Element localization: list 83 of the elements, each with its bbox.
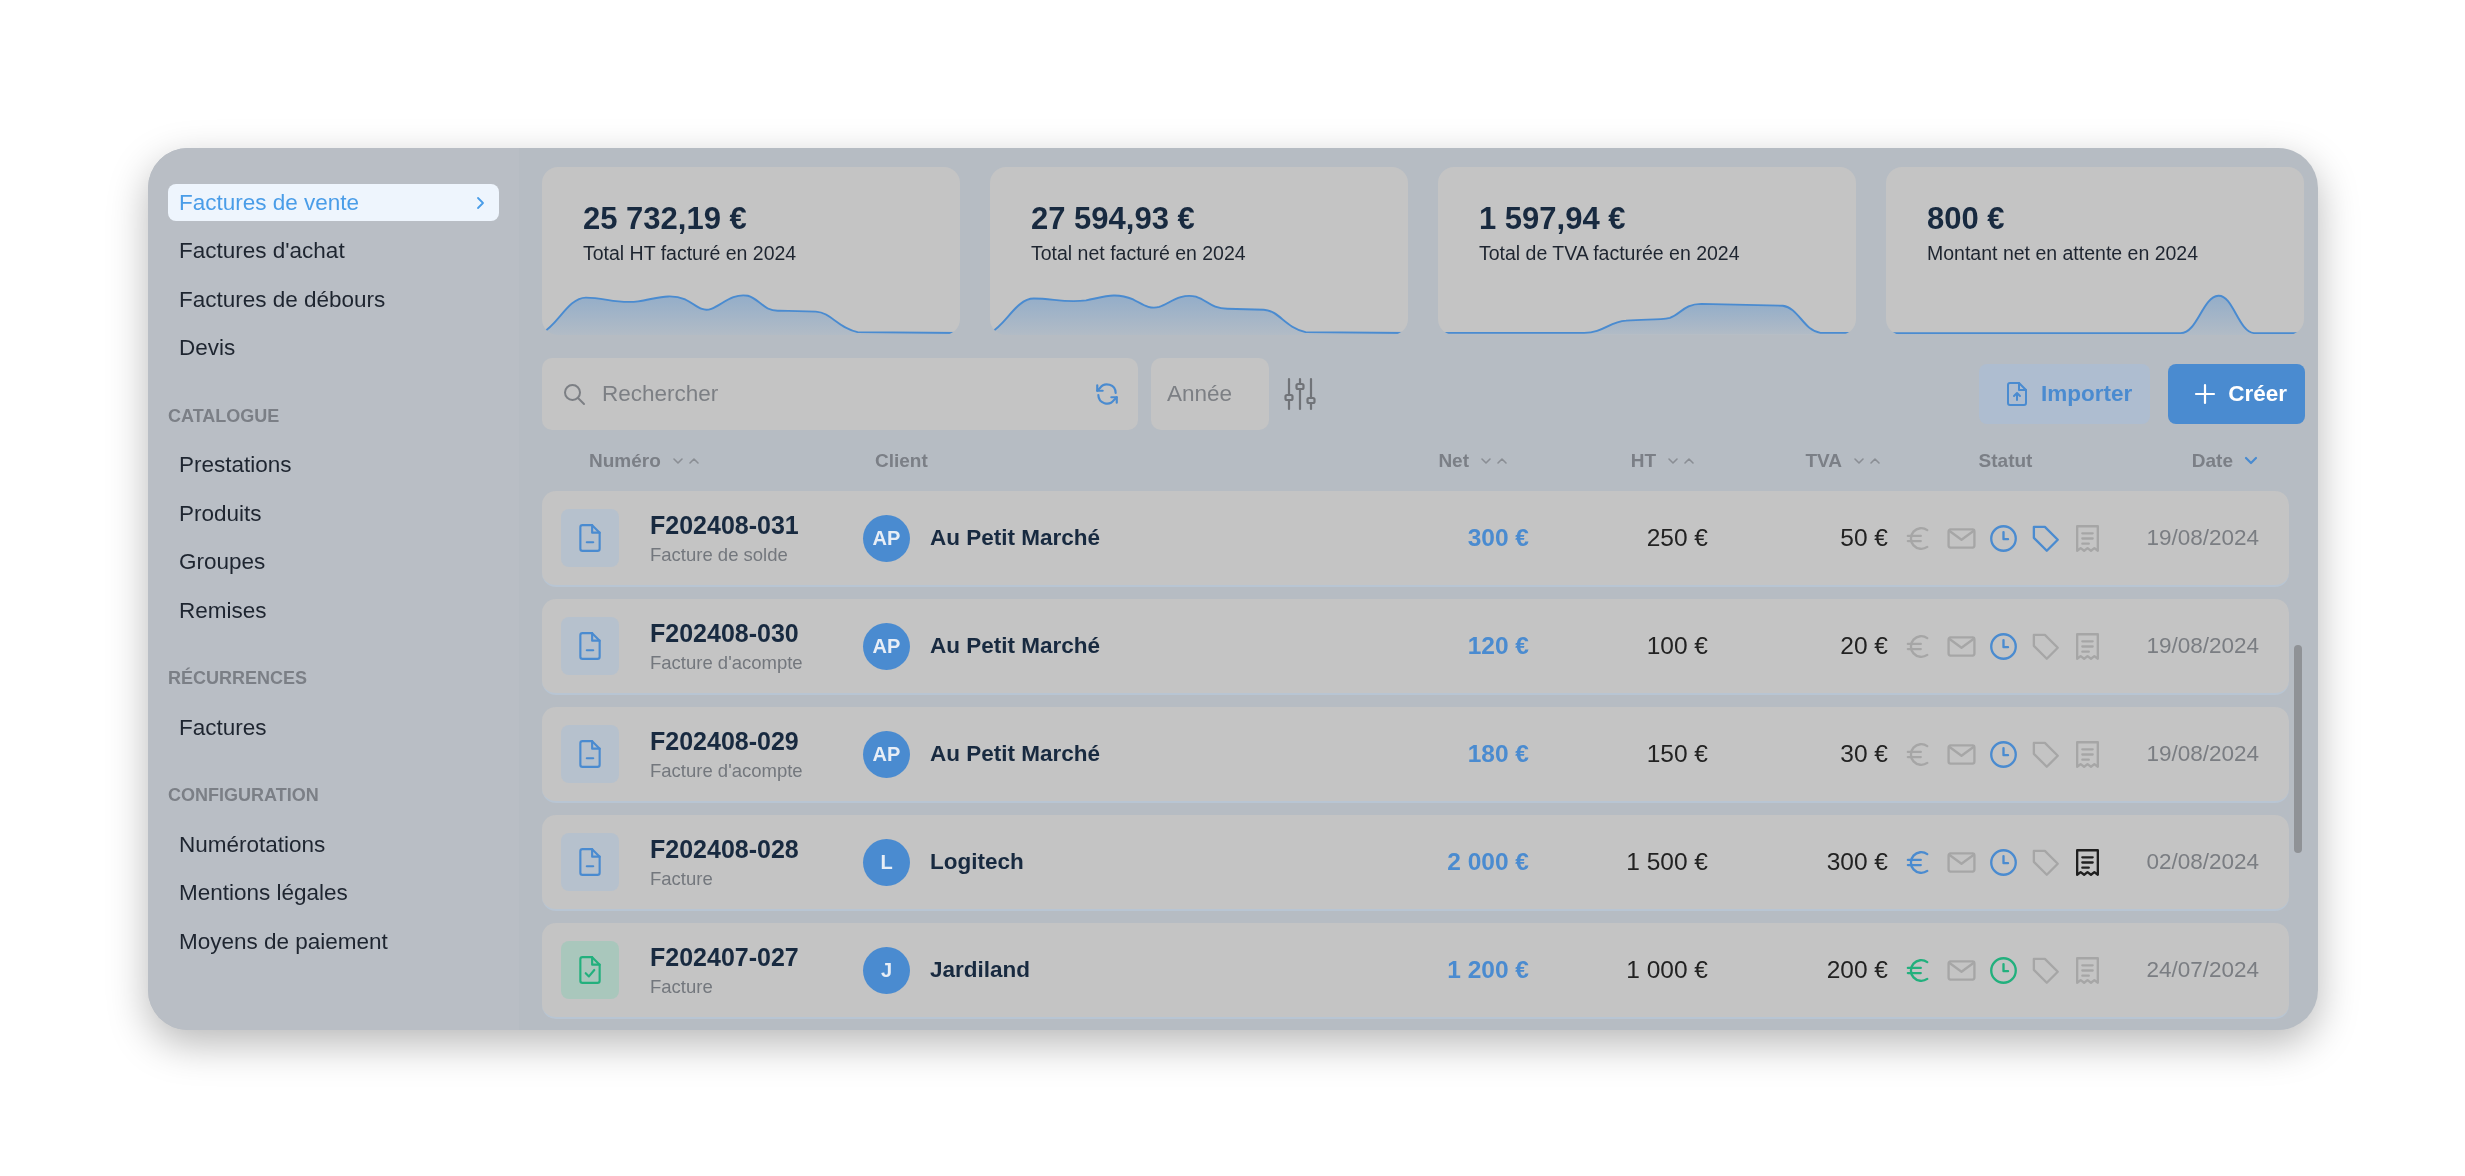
stat-label: Total net facturé en 2024: [1031, 242, 1246, 265]
invoice-date: 19/08/2024: [2146, 633, 2259, 659]
stat-label: Total de TVA facturée en 2024: [1479, 242, 1740, 265]
net-amount: 120 €: [1467, 632, 1529, 660]
sidebar-item[interactable]: Moyens de paiement: [168, 923, 499, 960]
sidebar-item[interactable]: Mentions légales: [168, 874, 499, 912]
sidebar-item[interactable]: Factures: [168, 709, 499, 746]
sidebar-item[interactable]: Devis: [168, 329, 499, 367]
invoice-number: F202408-029: [650, 726, 799, 756]
invoice-type: Facture d'acompte: [650, 759, 803, 782]
sidebar-item[interactable]: Produits: [168, 495, 499, 532]
refresh-icon[interactable]: [1094, 381, 1120, 407]
client-avatar: AP: [863, 730, 910, 778]
sidebar-item[interactable]: Numérotations: [168, 826, 499, 863]
document-minus-icon: [577, 847, 603, 877]
invoice-type: Facture de solde: [650, 543, 788, 566]
sliders-icon[interactable]: [1283, 376, 1317, 412]
invoice-date: 19/08/2024: [2146, 741, 2259, 767]
ht-amount: 250 €: [1646, 524, 1708, 552]
client-avatar: AP: [863, 514, 910, 562]
document-check-icon: [577, 955, 603, 985]
ht-amount: 100 €: [1646, 632, 1708, 660]
search-icon: [562, 382, 586, 406]
document-minus-icon: [577, 523, 603, 553]
invoice-type: Facture: [650, 867, 713, 890]
stat-value: 800 €: [1927, 201, 2005, 237]
tva-amount: 200 €: [1826, 956, 1888, 984]
year-field[interactable]: Année: [1151, 358, 1269, 430]
sidebar-item[interactable]: Groupes: [168, 543, 499, 581]
column-header: Client: [875, 450, 928, 472]
column-header: Statut: [1978, 450, 2033, 472]
tva-amount: 300 €: [1826, 848, 1888, 876]
client-avatar: AP: [863, 622, 910, 670]
document-minus-icon: [577, 631, 603, 661]
sidebar-item[interactable]: Remises: [168, 592, 499, 629]
stat-value: 1 597,94 €: [1479, 201, 1626, 237]
section-heading: CATALOGUE: [168, 404, 281, 428]
clock-icon[interactable]: [1988, 738, 2019, 770]
stat-label: Total HT facturé en 2024: [583, 242, 797, 265]
invoice-date: 24/07/2024: [2146, 957, 2259, 983]
search-field[interactable]: Rechercher: [542, 358, 1138, 430]
clock-icon[interactable]: [1988, 846, 2019, 878]
invoice-date: 02/08/2024: [2146, 849, 2259, 875]
sidebar-item[interactable]: Prestations: [168, 446, 499, 484]
tva-amount: 50 €: [1840, 524, 1888, 552]
client-name: Logitech: [930, 849, 1024, 875]
ht-amount: 1 500 €: [1626, 848, 1708, 876]
client-name: Jardiland: [930, 957, 1031, 983]
stat-value: 27 594,93 €: [1031, 201, 1195, 237]
clock-icon[interactable]: [1988, 630, 2019, 662]
stat-value: 25 732,19 €: [583, 201, 747, 237]
net-amount: 2 000 €: [1447, 848, 1529, 876]
tva-amount: 30 €: [1840, 740, 1888, 768]
invoice-number: F202408-030: [650, 618, 799, 648]
net-amount: 300 €: [1467, 524, 1529, 552]
client-name: Au Petit Marché: [930, 525, 1101, 551]
invoice-number: F202408-028: [650, 834, 799, 864]
invoice-type: Facture: [650, 975, 713, 998]
client-name: Au Petit Marché: [930, 741, 1101, 767]
upload-file-icon: [2004, 381, 2029, 407]
invoice-date: 19/08/2024: [2146, 525, 2259, 551]
scrollbar[interactable]: [2294, 645, 2302, 853]
client-avatar: J: [863, 946, 910, 994]
net-amount: 1 200 €: [1447, 956, 1529, 984]
invoice-number: F202407-027: [650, 942, 799, 972]
invoice-number: F202408-031: [650, 510, 799, 540]
stat-label: Montant net en attente en 2024: [1927, 242, 2199, 265]
create-button[interactable]: Créer: [2168, 364, 2305, 424]
clock-icon[interactable]: [1988, 522, 2019, 554]
ht-amount: 150 €: [1646, 740, 1708, 768]
tva-amount: 20 €: [1840, 632, 1888, 660]
section-heading: RÉCURRENCES: [168, 666, 309, 690]
client-name: Au Petit Marché: [930, 633, 1101, 659]
invoice-type: Facture d'acompte: [650, 651, 803, 674]
net-amount: 180 €: [1467, 740, 1529, 768]
plus-icon: [2194, 383, 2217, 405]
ht-amount: 1 000 €: [1626, 956, 1708, 984]
document-minus-icon: [577, 739, 603, 769]
clock-icon[interactable]: [1988, 954, 2019, 986]
client-avatar: L: [863, 838, 910, 886]
sidebar-item[interactable]: Factures de débours: [168, 281, 499, 318]
sidebar-item[interactable]: Factures d'achat: [168, 232, 499, 270]
section-heading: CONFIGURATION: [168, 784, 320, 807]
